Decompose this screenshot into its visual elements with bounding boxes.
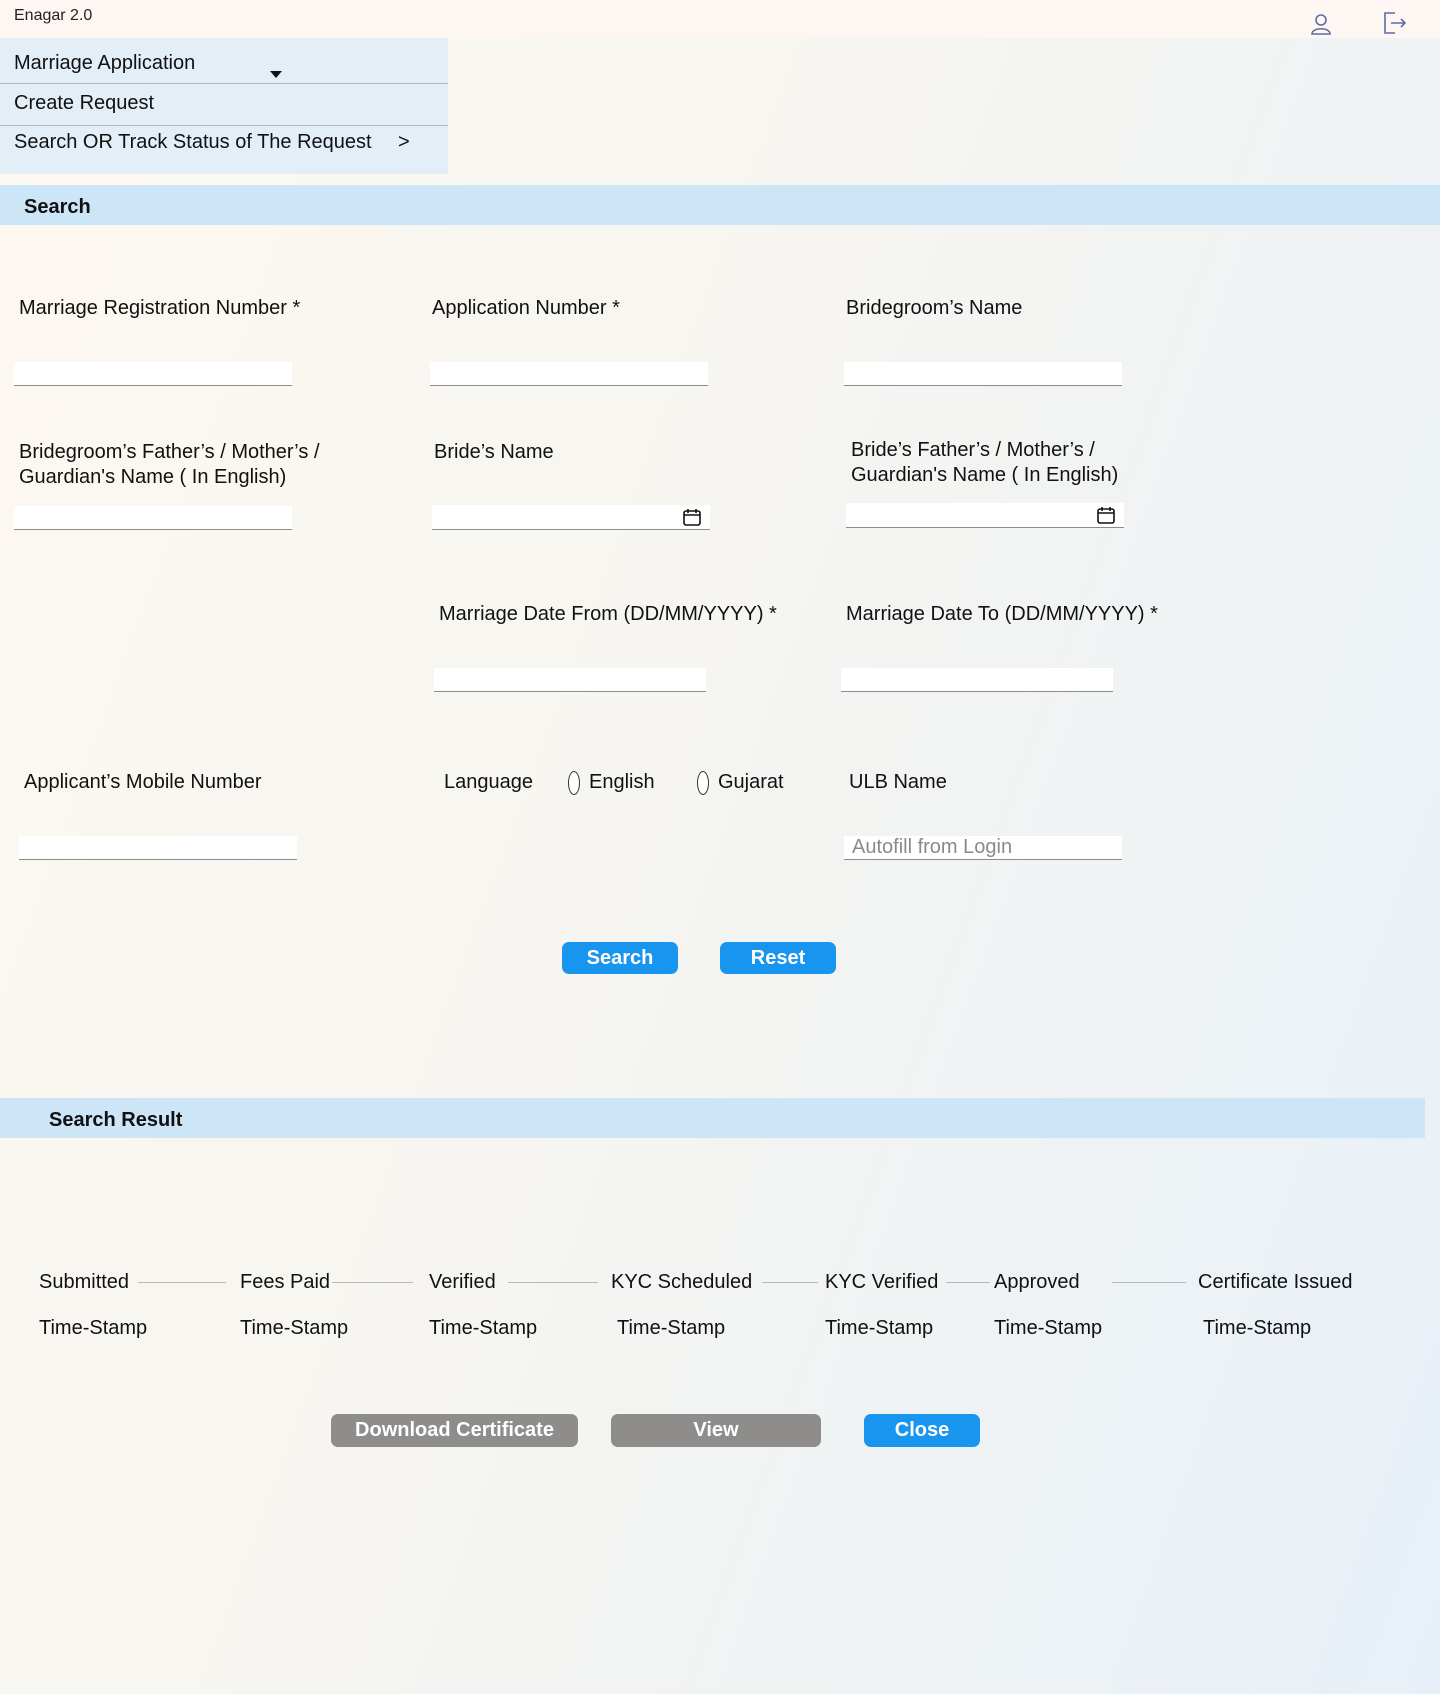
download-certificate-button[interactable]: Download Certificate xyxy=(331,1414,578,1447)
step-connector xyxy=(762,1282,818,1283)
bride-parent-label: Bride’s Father’s / Mother’s / Guardian's… xyxy=(851,438,1118,488)
step-timestamp: Time-Stamp xyxy=(39,1317,148,1339)
date-from-label: Marriage Date From (DD/MM/YYYY) * xyxy=(439,603,777,625)
caret-down-icon xyxy=(270,61,282,84)
bridegroom-name-label: Bridegroom’s Name xyxy=(846,297,1023,319)
logout-icon[interactable] xyxy=(1380,9,1408,37)
radio-gujarati[interactable] xyxy=(697,771,709,795)
step-timestamp: Time-Stamp xyxy=(617,1317,726,1339)
step-timestamp: Time-Stamp xyxy=(1203,1317,1312,1339)
search-section-header xyxy=(0,185,1440,225)
search-section-title: Search xyxy=(24,196,91,218)
label-line: Bride’s Father’s / Mother’s / xyxy=(851,439,1095,461)
bridegroom-parent-label: Bridegroom’s Father’s / Mother’s / Guard… xyxy=(19,440,320,490)
chevron-right-icon: > xyxy=(398,131,410,153)
step-label: KYC Verified xyxy=(825,1271,939,1293)
date-from-input[interactable] xyxy=(434,668,706,692)
ulb-input[interactable] xyxy=(844,836,1122,860)
menu-dropdown-label: Marriage Application xyxy=(14,52,196,74)
step-connector xyxy=(332,1282,413,1283)
menu-item-label: Search OR Track Status of The Request xyxy=(14,131,372,153)
step-label: KYC Scheduled xyxy=(611,1271,753,1293)
application-no-input[interactable] xyxy=(430,362,708,386)
step-connector xyxy=(508,1282,598,1283)
step-timestamp: Time-Stamp xyxy=(240,1317,349,1339)
label-line: Guardian's Name ( In English) xyxy=(851,464,1119,486)
step-connector xyxy=(1112,1282,1186,1283)
app-title: Enagar 2.0 xyxy=(14,7,93,24)
search-button[interactable]: Search xyxy=(562,942,678,974)
step-connector xyxy=(946,1282,990,1283)
calendar-icon[interactable] xyxy=(682,507,702,527)
result-section-title: Search Result xyxy=(49,1109,183,1131)
step-label: Certificate Issued xyxy=(1198,1271,1353,1293)
marriage-reg-no-input[interactable] xyxy=(14,362,292,386)
view-button[interactable]: View xyxy=(611,1414,821,1447)
step-label: Fees Paid xyxy=(240,1271,331,1293)
close-button[interactable]: Close xyxy=(864,1414,980,1447)
marriage-reg-no-label: Marriage Registration Number * xyxy=(19,297,301,319)
user-icon[interactable] xyxy=(1307,10,1335,38)
language-label: Language xyxy=(444,771,533,793)
step-timestamp: Time-Stamp xyxy=(994,1317,1103,1339)
mobile-input[interactable] xyxy=(19,836,297,860)
top-bar xyxy=(0,0,1440,38)
step-connector xyxy=(138,1282,226,1283)
bride-name-input[interactable] xyxy=(432,505,710,530)
step-label: Submitted xyxy=(39,1271,130,1293)
radio-english[interactable] xyxy=(568,771,580,795)
step-timestamp: Time-Stamp xyxy=(825,1317,934,1339)
menu-dropdown-marriage-application[interactable]: Marriage Application xyxy=(0,52,448,82)
mobile-label: Applicant’s Mobile Number xyxy=(24,771,262,793)
step-label: Verified xyxy=(429,1271,496,1293)
bride-parent-input[interactable] xyxy=(846,503,1124,528)
side-menu: Marriage Application Create Request Sear… xyxy=(0,38,448,174)
menu-item-search-track[interactable]: Search OR Track Status of The Request > xyxy=(0,131,448,161)
radio-gujarati-label: Gujarat xyxy=(718,771,784,793)
menu-item-label: Create Request xyxy=(14,92,155,114)
date-to-input[interactable] xyxy=(841,668,1113,692)
menu-divider xyxy=(0,125,448,126)
result-section-header xyxy=(0,1098,1425,1138)
label-line: Bridegroom’s Father’s / Mother’s / xyxy=(19,441,320,463)
bridegroom-parent-input[interactable] xyxy=(14,506,292,530)
step-timestamp: Time-Stamp xyxy=(429,1317,538,1339)
ulb-label: ULB Name xyxy=(849,771,947,793)
bride-name-label: Bride’s Name xyxy=(434,441,554,463)
bridegroom-name-input[interactable] xyxy=(844,362,1122,386)
menu-item-create-request[interactable]: Create Request xyxy=(0,92,448,122)
date-to-label: Marriage Date To (DD/MM/YYYY) * xyxy=(846,603,1158,625)
application-no-label: Application Number * xyxy=(432,297,620,319)
menu-divider xyxy=(0,83,448,84)
radio-english-label: English xyxy=(589,771,655,793)
calendar-icon[interactable] xyxy=(1096,505,1116,525)
label-line: Guardian's Name ( In English) xyxy=(19,466,287,488)
step-label: Approved xyxy=(994,1271,1080,1293)
reset-button[interactable]: Reset xyxy=(720,942,836,974)
